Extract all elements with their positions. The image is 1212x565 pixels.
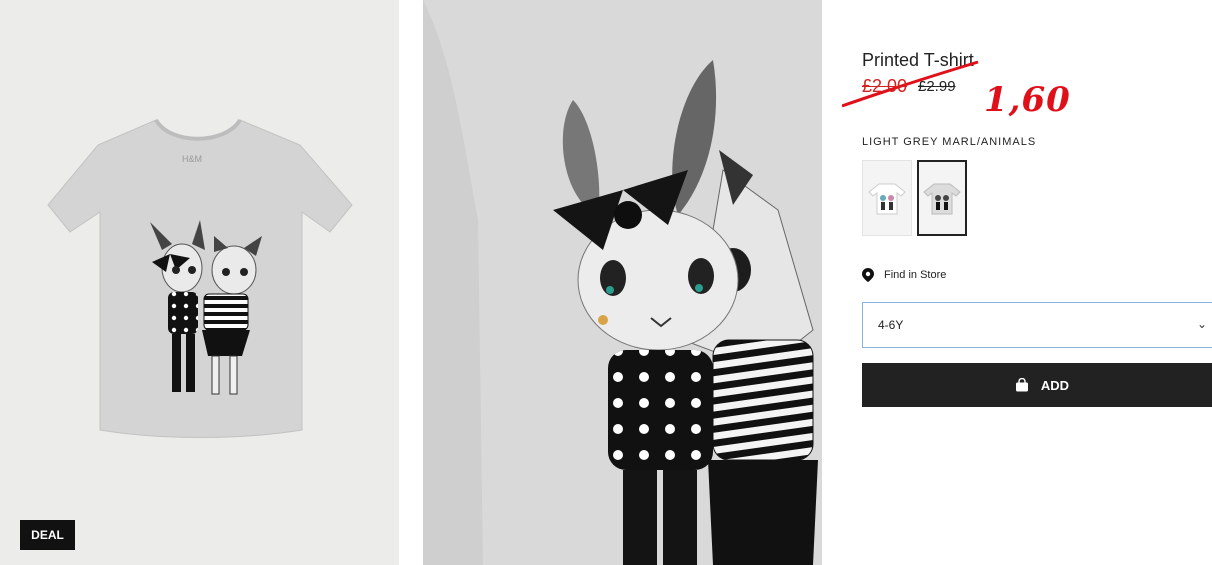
product-image-main[interactable]: H&M DEAL <box>0 0 399 565</box>
tshirt-illustration: H&M <box>47 118 353 438</box>
color-name: LIGHT GREY MARL/ANIMALS <box>862 136 1037 148</box>
regular-price: £2.99 <box>918 78 956 95</box>
product-image-detail[interactable] <box>423 0 822 565</box>
swatch-white-animals[interactable] <box>862 160 912 236</box>
add-to-bag-button[interactable]: ADD <box>862 363 1212 407</box>
size-select[interactable]: 4-6Y ⌄ <box>862 302 1212 348</box>
shopping-bag-icon <box>1015 378 1028 392</box>
chevron-down-icon: ⌄ <box>1196 317 1207 331</box>
swatch-light-grey-marl-animals[interactable] <box>917 160 967 236</box>
add-button-label: ADD <box>1040 377 1070 393</box>
map-pin-icon <box>862 268 874 282</box>
find-in-store-label: Find in Store <box>884 269 947 281</box>
print-closeup-illustration <box>423 0 822 565</box>
deal-badge: DEAL <box>20 520 75 550</box>
find-in-store-link[interactable]: Find in Store <box>862 268 946 282</box>
product-info: Printed T-shirt £2.00 £2.99 1,60 LIGHT G… <box>842 0 1212 565</box>
sale-price: £2.00 <box>862 76 908 96</box>
swatch-thumb-icon <box>923 183 961 215</box>
svg-text:H&M: H&M <box>182 154 202 164</box>
swatch-thumb-icon <box>868 183 906 215</box>
size-select-value: 4-6Y <box>878 318 904 332</box>
handwritten-price: 1,60 <box>984 80 1071 120</box>
